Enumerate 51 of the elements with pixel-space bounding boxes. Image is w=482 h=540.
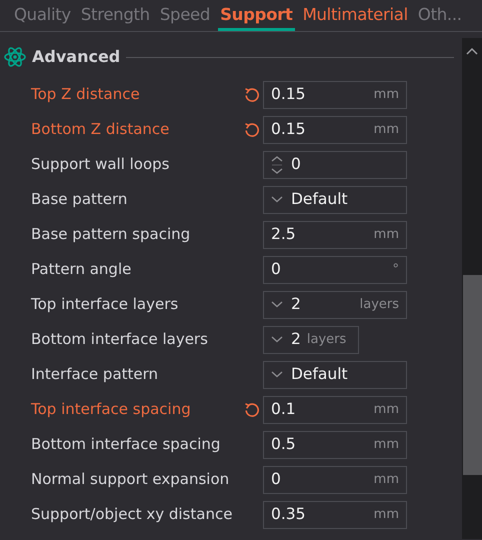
unit-label: mm: [374, 86, 399, 104]
unit-label: °: [392, 260, 399, 279]
section-title: Advanced: [32, 46, 120, 68]
scrollbar-thumb[interactable]: [462, 275, 482, 475]
input-field[interactable]: 0.15 mm: [263, 80, 407, 108]
dropdown[interactable]: Default: [263, 360, 407, 388]
unit-label: layers: [306, 330, 346, 349]
caret-icon: [271, 336, 283, 343]
unit-label: mm: [374, 400, 399, 419]
spin-field[interactable]: 0: [263, 150, 407, 178]
input-field[interactable]: 0.5 mm: [263, 430, 407, 458]
unit-label: layers: [360, 296, 399, 314]
caret-icon: [271, 301, 283, 308]
setting-label: Top interface layers: [30, 294, 180, 316]
unit-label: mm: [374, 470, 399, 489]
reset-icon[interactable]: [244, 122, 260, 138]
caret-icon: [271, 371, 283, 378]
dropdown[interactable]: Default: [263, 186, 407, 214]
input-field[interactable]: 0 °: [263, 256, 407, 284]
spin-arrows-icon[interactable]: [271, 154, 283, 174]
atom-icon: [4, 46, 26, 68]
setting-label: Base pattern: [30, 189, 128, 210]
input-field[interactable]: 2.5 mm: [263, 220, 407, 248]
unit-label: mm: [374, 226, 399, 244]
scroll-up-icon[interactable]: [466, 47, 478, 55]
dropdown[interactable]: 2 layers: [263, 290, 407, 318]
unit-label: mm: [374, 506, 399, 524]
setting-label: Interface pattern: [30, 364, 160, 386]
input-field[interactable]: 0.15 mm: [263, 116, 407, 144]
tab[interactable]: Multimaterial: [300, 5, 410, 31]
setting-label: Bottom interface layers: [30, 329, 209, 350]
reset-icon[interactable]: [244, 86, 260, 102]
input-field[interactable]: 0.1 mm: [263, 396, 407, 424]
input-field[interactable]: 0 mm: [263, 466, 407, 494]
tab[interactable]: Support: [218, 5, 295, 31]
dropdown[interactable]: 2 layers: [263, 326, 359, 354]
setting-label: Bottom interface spacing: [30, 434, 222, 456]
unit-label: mm: [374, 120, 399, 139]
setting-label: Support/object xy distance: [30, 504, 234, 526]
setting-label: Base pattern spacing: [30, 224, 192, 246]
setting-label: Normal support expansion: [30, 469, 230, 490]
setting-label: Top Z distance: [30, 84, 141, 106]
scrollbar[interactable]: [462, 38, 482, 539]
caret-icon: [271, 196, 283, 203]
reset-icon[interactable]: [244, 402, 260, 418]
setting-label: Bottom Z distance: [30, 119, 170, 140]
unit-label: mm: [374, 436, 399, 454]
setting-label: Top interface spacing: [30, 399, 192, 420]
setting-label: Support wall loops: [30, 154, 170, 176]
setting-label: Pattern angle: [30, 259, 132, 280]
input-field[interactable]: 0.35 mm: [263, 500, 407, 528]
